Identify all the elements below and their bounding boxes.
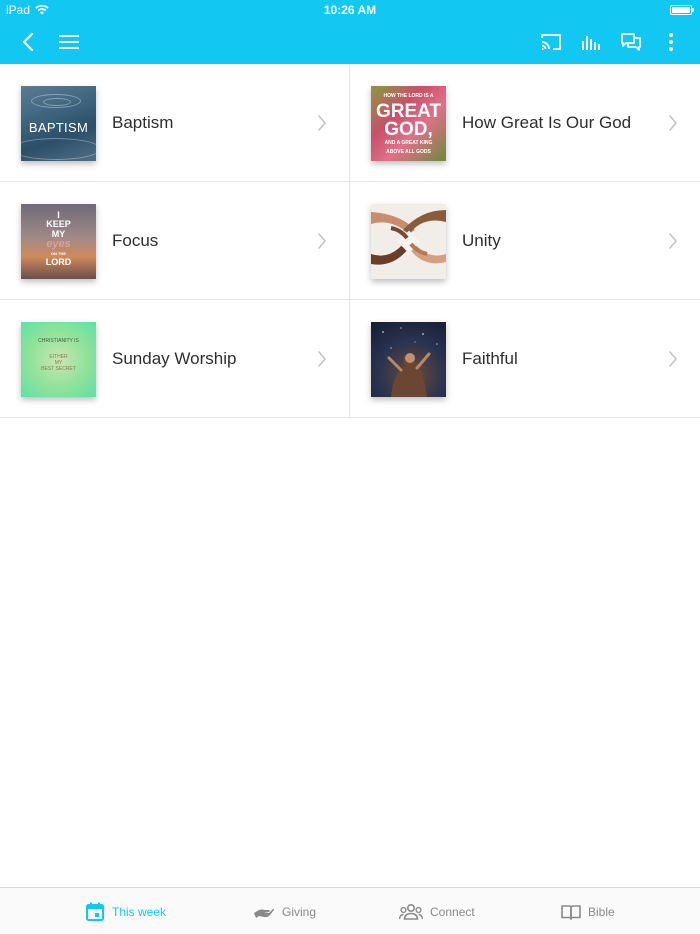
status-bar: iPad 10:26 AM [0,0,700,20]
joined-hands-image [371,204,446,279]
chevron-right-icon [669,115,677,131]
tab-this-week[interactable]: This week [85,888,166,934]
series-thumbnail-baptism: BAPTISM [21,86,96,161]
series-title: Faithful [462,349,518,368]
hamburger-menu-icon [59,35,79,49]
thumbnail-text: LORD [45,257,72,267]
tab-label: Connect [430,904,475,919]
series-row: CHRISTIANITY IS EITHER MY BEST SECRET Su… [0,300,700,418]
series-thumbnail-how-great: HOW THE LORD IS A GREAT GOD, AND A GREAT… [371,86,446,161]
giving-hand-icon [254,908,275,918]
calendar-icon [86,902,104,921]
series-title: Baptism [112,113,174,132]
series-thumbnail-sunday-worship: CHRISTIANITY IS EITHER MY BEST SECRET [21,322,96,397]
thumbnail-text: CHRISTIANITY IS [38,338,79,344]
chevron-right-icon [318,351,326,367]
thumbnail-text: eyes [46,238,71,250]
series-row: I KEEP MY eyes ON THE LORD Focus Unity [0,182,700,300]
menu-button[interactable] [54,27,84,57]
tab-bar: This week Giving Connect Bible [0,887,700,934]
thumbnail-text: AND A GREAT KING [384,140,433,146]
chevron-right-icon [669,351,677,367]
series-title: How Great Is Our God [462,113,632,132]
tab-label: Giving [282,904,317,919]
series-thumbnail-faithful [371,322,446,397]
thumbnail-text: BAPTISM [28,120,89,135]
more-button[interactable] [656,27,686,57]
chat-icon [621,33,641,51]
series-title: Unity [462,231,501,250]
status-time: 10:26 AM [323,3,377,17]
tab-label: This week [112,904,167,919]
audio-button[interactable] [576,27,606,57]
nav-bar [0,20,700,64]
series-title: Focus [112,231,159,250]
audio-bars-icon [582,36,600,50]
app-header: iPad 10:26 AM [0,0,700,64]
chevron-right-icon [669,233,677,249]
series-item-unity[interactable]: Unity [350,182,700,300]
thumbnail-text: HOW THE LORD IS A [383,93,434,99]
battery-icon [670,5,694,15]
series-item-sunday-worship[interactable]: CHRISTIANITY IS EITHER MY BEST SECRET Su… [0,300,350,418]
tab-bible[interactable]: Bible [561,888,615,934]
chevron-right-icon [318,115,326,131]
people-icon [399,903,423,920]
thumbnail-text: BEST SECRET [41,366,76,372]
series-row: BAPTISM Baptism HOW THE LORD IS A GREAT … [0,64,700,182]
series-thumbnail-focus: I KEEP MY eyes ON THE LORD [21,204,96,279]
series-item-faithful[interactable]: Faithful [350,300,700,418]
chevron-left-icon [22,32,34,52]
thumbnail-text: ABOVE ALL GODS [386,149,431,155]
chevron-right-icon [318,233,326,249]
tab-connect[interactable]: Connect [399,888,475,934]
cast-icon [541,34,561,50]
back-button[interactable] [13,27,43,57]
thumbnail-text: GOD, [384,119,433,140]
praying-figure-image [382,327,438,397]
thumbnail-text: KEEP [46,219,71,229]
cast-button[interactable] [536,27,566,57]
book-icon [561,904,581,920]
series-item-how-great-is-our-god[interactable]: HOW THE LORD IS A GREAT GOD, AND A GREAT… [350,64,700,182]
thumbnail-text: ON THE [50,251,67,256]
series-item-baptism[interactable]: BAPTISM Baptism [0,64,350,182]
more-vertical-icon [669,33,673,51]
series-thumbnail-unity [371,204,446,279]
series-grid: BAPTISM Baptism HOW THE LORD IS A GREAT … [0,64,700,418]
series-title: Sunday Worship [112,349,237,368]
chat-button[interactable] [616,27,646,57]
tab-label: Bible [588,904,615,919]
series-item-focus[interactable]: I KEEP MY eyes ON THE LORD Focus [0,182,350,300]
tab-giving[interactable]: Giving [253,888,316,934]
